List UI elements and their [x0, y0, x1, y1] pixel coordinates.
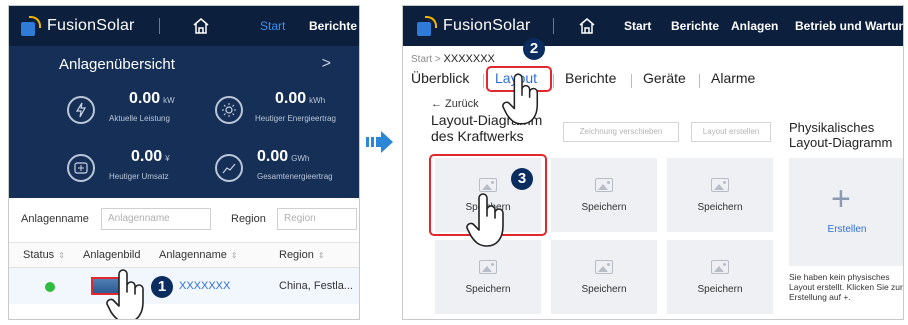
- metric-daily-yield-label: Heutiger Energieertrag: [255, 114, 336, 123]
- nav-betrieb-wartung[interactable]: Betrieb und Wartung: [795, 19, 903, 33]
- metric-total-yield-label: Gesamtenergieertrag: [257, 172, 333, 181]
- breadcrumb: Start > XXXXXXX: [411, 53, 495, 65]
- metric-daily-revenue: 0.00 ¥: [131, 148, 170, 165]
- plant-list-screen: FusionSolar Start Berichte Anlagenübersi…: [8, 5, 360, 320]
- tile-label: Speichern: [581, 202, 627, 213]
- tab-devices[interactable]: Geräte: [643, 70, 686, 86]
- lightning-icon: [67, 96, 95, 124]
- create-physical-layout-card[interactable]: + Erstellen: [789, 158, 903, 266]
- logo-icon: [417, 16, 437, 36]
- tab-alarms[interactable]: Alarme: [711, 70, 755, 86]
- tab-reports[interactable]: Berichte: [565, 70, 616, 86]
- layout-tile[interactable]: Speichern: [667, 158, 773, 232]
- top-navigation-bar: FusionSolar Start Berichte: [9, 6, 359, 46]
- pointer-hand-icon: [106, 269, 144, 319]
- chart-icon: [215, 154, 243, 182]
- table-row[interactable]: XXXXXXX China, Festla...: [9, 268, 359, 304]
- tile-label: Speichern: [465, 284, 511, 295]
- filter-bar: Anlagenname Anlagenname Region Region: [9, 206, 359, 234]
- layout-tile[interactable]: Speichern: [551, 240, 657, 314]
- next-step-arrow-icon: [366, 131, 393, 153]
- tile-label: Speichern: [697, 202, 743, 213]
- plant-layout-screen: FusionSolar Start Berichte Anlagen Betri…: [402, 5, 904, 320]
- tile-label: Speichern: [697, 284, 743, 295]
- physical-layout-hint: Sie haben kein physisches Layout erstell…: [789, 272, 903, 302]
- sort-icon: ⇕: [58, 251, 65, 260]
- region-filter-label: Region: [231, 213, 266, 225]
- column-plant-name[interactable]: Anlagenname ⇕: [159, 249, 238, 261]
- layout-tile[interactable]: Speichern: [435, 240, 541, 314]
- move-drawing-button[interactable]: Zeichnung verschieben: [563, 122, 679, 142]
- metric-daily-yield: 0.00 kWh: [275, 90, 326, 107]
- home-icon[interactable]: [577, 16, 597, 36]
- status-dot: [45, 282, 55, 292]
- plus-icon[interactable]: +: [831, 180, 851, 219]
- breadcrumb-root[interactable]: Start: [411, 54, 432, 65]
- column-status[interactable]: Status ⇕: [23, 249, 65, 261]
- chevron-right-icon[interactable]: >: [322, 55, 331, 73]
- image-placeholder-icon: [479, 260, 497, 274]
- tab-overview[interactable]: Überblick: [411, 70, 469, 86]
- metric-current-power: 0.00 kW: [129, 90, 175, 107]
- column-region[interactable]: Region ⇕: [279, 249, 325, 261]
- metric-daily-revenue-label: Heutiger Umsatz: [109, 172, 169, 181]
- back-link[interactable]: ← Zurück: [431, 98, 479, 110]
- plant-overview-card: Anlagenübersicht > 0.00 kW Aktuelle Leist…: [9, 46, 359, 198]
- column-plant-image: Anlagenbild: [83, 249, 141, 261]
- nav-berichte[interactable]: Berichte: [671, 19, 719, 33]
- plant-name-filter-input[interactable]: Anlagenname: [101, 208, 211, 230]
- image-placeholder-icon: [711, 178, 729, 192]
- plant-name-filter-label: Anlagenname: [21, 213, 89, 225]
- logo-icon: [21, 16, 41, 36]
- money-icon: [67, 154, 95, 182]
- logo-text: FusionSolar: [443, 17, 531, 34]
- step-badge-2: 2: [523, 38, 545, 60]
- image-placeholder-icon: [595, 178, 613, 192]
- nav-berichte[interactable]: Berichte: [309, 19, 357, 33]
- pointer-hand-icon: [466, 193, 504, 247]
- metric-total-yield: 0.00 GWh: [257, 148, 310, 165]
- overview-title: Anlagenübersicht: [59, 56, 175, 73]
- create-layout-button[interactable]: Layout erstellen: [691, 122, 771, 142]
- fusionsolar-logo[interactable]: FusionSolar: [417, 16, 531, 36]
- region-filter-input[interactable]: Region: [277, 208, 357, 230]
- create-link[interactable]: Erstellen: [789, 224, 903, 235]
- nav-anlagen[interactable]: Anlagen: [731, 19, 778, 33]
- step-badge-1: 1: [151, 276, 173, 298]
- tile-label: Speichern: [581, 284, 627, 295]
- home-icon[interactable]: [191, 16, 211, 36]
- region-cell: China, Festla...: [279, 280, 353, 292]
- step-badge-3: 3: [511, 168, 533, 190]
- nav-divider: [159, 18, 160, 34]
- top-navigation-bar: FusionSolar Start Berichte Anlagen Betri…: [403, 6, 903, 46]
- layout-tile[interactable]: Speichern: [667, 240, 773, 314]
- image-placeholder-icon: [711, 260, 729, 274]
- physical-layout-title: Physikalisches Layout-Diagramm: [789, 120, 893, 150]
- nav-divider: [553, 18, 554, 34]
- nav-start[interactable]: Start: [260, 19, 285, 33]
- sort-icon: ⇕: [230, 251, 238, 260]
- layout-tile[interactable]: Speichern: [551, 158, 657, 232]
- logo-text: FusionSolar: [47, 17, 135, 34]
- plant-name-link[interactable]: XXXXXXX: [179, 280, 230, 292]
- breadcrumb-current: XXXXXXX: [443, 53, 495, 65]
- table-header: Status ⇕ Anlagenbild Anlagenname ⇕ Region ⇕: [9, 242, 359, 268]
- metric-current-power-label: Aktuelle Leistung: [109, 114, 170, 123]
- fusionsolar-logo[interactable]: FusionSolar: [21, 16, 135, 36]
- pointer-hand-icon: [502, 73, 539, 125]
- nav-start[interactable]: Start: [624, 19, 651, 33]
- sort-icon: ⇕: [317, 251, 325, 260]
- sun-icon: [215, 96, 243, 124]
- image-placeholder-icon: [595, 260, 613, 274]
